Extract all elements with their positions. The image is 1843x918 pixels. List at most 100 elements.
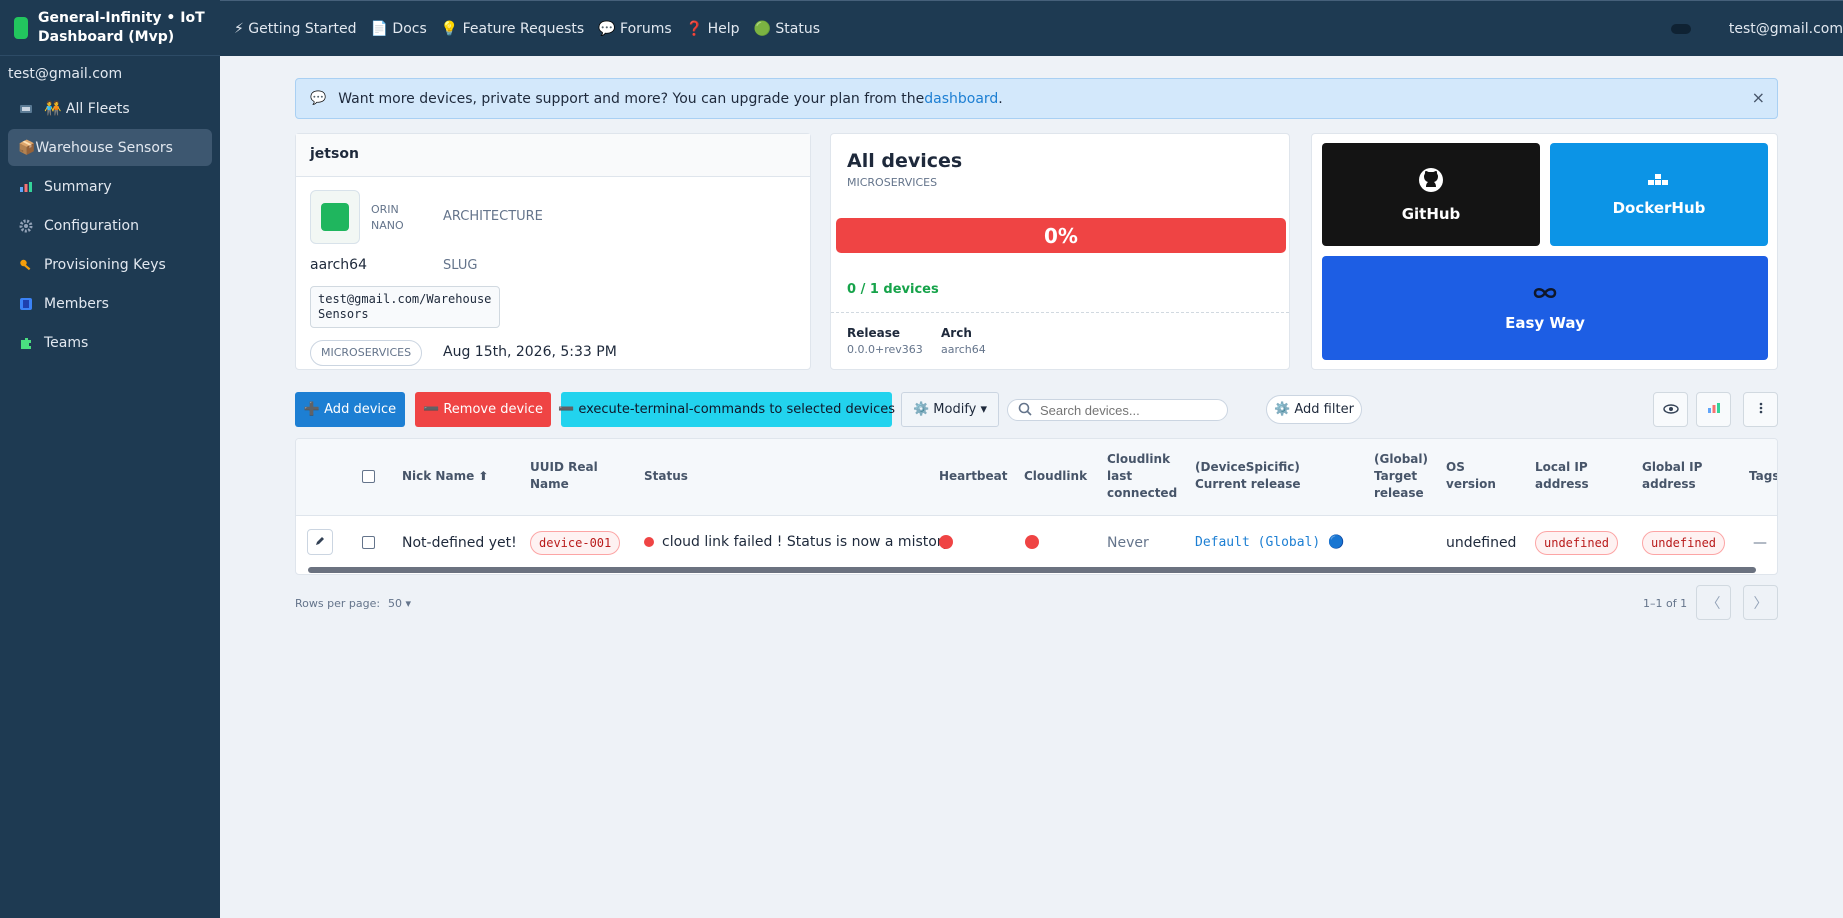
topnav-feature-requests[interactable]: 💡 Feature Requests	[441, 21, 584, 37]
topnav-docs[interactable]: 📄 Docs	[371, 21, 427, 37]
theme-toggle[interactable]	[1670, 23, 1691, 34]
header-cloudlink[interactable]: Cloudlink	[1024, 468, 1087, 485]
header-local-ip[interactable]: Local IP address	[1535, 459, 1605, 493]
header-cloudlink-last[interactable]: Cloudlink last connected	[1107, 451, 1177, 502]
sidebar-item-label: 🧑‍🤝‍🧑 All Fleets	[44, 100, 130, 117]
cell-status: cloud link failed ! Status is now a mist…	[662, 534, 951, 550]
topnav-status[interactable]: 🟢 Status	[754, 21, 821, 37]
sidebar-item-all-fleets[interactable]: 🧑‍🤝‍🧑 All Fleets	[8, 90, 212, 127]
device-type-title: jetson	[296, 134, 810, 177]
dockerhub-label: DockerHub	[1612, 198, 1706, 217]
cell-nick-name: Not-defined yet!	[402, 535, 517, 551]
search-input[interactable]	[1040, 402, 1210, 418]
cell-tags: —	[1753, 535, 1767, 551]
sidebar: General-Infinity • IoT Dashboard (Mvp) t…	[0, 0, 220, 918]
search-icon	[1018, 401, 1032, 420]
main-content: 💬 Want more devices, private support and…	[295, 78, 1778, 623]
topbar: ⚡ Getting Started 📄 Docs 💡 Feature Reque…	[220, 0, 1843, 56]
row-checkbox[interactable]	[362, 536, 375, 549]
rows-per-page-select[interactable]: 50 ▾	[388, 597, 411, 610]
easy-way-tile[interactable]: Easy Way	[1322, 256, 1768, 360]
banner-suffix: .	[998, 90, 1003, 107]
eye-icon	[1662, 403, 1679, 417]
devices-table: Nick Name ⬆ UUID Real Name Status Heartb…	[295, 438, 1778, 575]
github-tile[interactable]: GitHub	[1322, 143, 1540, 246]
header-global-ip[interactable]: Global IP address	[1642, 459, 1712, 493]
arch-value: aarch64	[941, 343, 986, 356]
close-icon[interactable]: ×	[1752, 88, 1765, 107]
members-icon	[18, 297, 34, 311]
header-current-release[interactable]: (DeviceSpicific) Current release	[1195, 459, 1355, 493]
dockerhub-tile[interactable]: DockerHub	[1550, 143, 1768, 246]
pagination: Rows per page: 50 ▾ 1–1 of 1 〈 〉	[295, 583, 1778, 623]
execute-commands-button[interactable]: ➖ execute-terminal-commands to selected …	[558, 392, 895, 427]
teams-icon	[18, 336, 34, 350]
more-vertical-icon	[1759, 402, 1763, 417]
scrollbar-thumb[interactable]	[308, 567, 1756, 573]
sidebar-item-label: Members	[44, 295, 109, 312]
brand[interactable]: General-Infinity • IoT Dashboard (Mvp)	[0, 0, 220, 56]
sidebar-item-configuration[interactable]: Configuration	[8, 207, 212, 244]
header-nick-name[interactable]: Nick Name ⬆	[402, 468, 488, 485]
rows-per-page-label: Rows per page:	[295, 597, 381, 610]
upgrade-banner: 💬 Want more devices, private support and…	[295, 78, 1778, 119]
header-os-version[interactable]: OS version	[1446, 459, 1498, 493]
modify-dropdown[interactable]: ⚙️ Modify ▾	[901, 392, 999, 427]
table-header: Nick Name ⬆ UUID Real Name Status Heartb…	[296, 439, 1777, 516]
docker-icon	[1646, 173, 1672, 191]
user-menu[interactable]: test@gmail.com	[1729, 21, 1843, 37]
slug-label: SLUG	[443, 258, 478, 273]
all-devices-subtitle: MICROSERVICES	[847, 176, 938, 189]
sidebar-item-summary[interactable]: Summary	[8, 168, 212, 205]
topnav-getting-started[interactable]: ⚡ Getting Started	[234, 21, 357, 37]
header-uuid[interactable]: UUID Real Name	[530, 459, 610, 493]
view-button[interactable]	[1653, 392, 1688, 427]
divider	[831, 312, 1289, 313]
device-count: 0 / 1 devices	[847, 282, 939, 297]
pencil-icon	[314, 535, 326, 550]
sidebar-item-members[interactable]: Members	[8, 285, 212, 322]
infinity-icon	[1531, 284, 1559, 306]
gear-icon	[18, 219, 34, 233]
header-target-release[interactable]: (Global) Target release	[1374, 451, 1428, 502]
cell-local-ip: undefined	[1535, 531, 1619, 555]
next-page-button[interactable]: 〉	[1743, 585, 1778, 620]
prev-page-button[interactable]: 〈	[1696, 585, 1731, 620]
links-card: GitHub DockerHub Easy Way	[1311, 133, 1778, 370]
cell-current-release[interactable]: Default (Global) 🔵	[1195, 535, 1344, 550]
chat-icon: 💬	[310, 91, 327, 106]
release-value: 0.0.0+rev363	[847, 343, 923, 356]
status-dot-icon	[644, 537, 654, 547]
topnav-help[interactable]: ❓ Help	[686, 21, 740, 37]
slug-value: test@gmail.com/Warehouse Sensors	[310, 286, 500, 328]
remove-device-button[interactable]: ➖ Remove device	[415, 392, 551, 427]
online-progress-bar: 0%	[836, 218, 1286, 253]
select-all-checkbox[interactable]	[362, 470, 375, 483]
sidebar-item-label: Provisioning Keys	[44, 256, 166, 273]
sidebar-item-warehouse-sensors[interactable]: 📦Warehouse Sensors	[8, 129, 212, 166]
device-model: ORIN NANO	[371, 203, 404, 232]
banner-dashboard-link[interactable]: dashboard	[924, 91, 998, 107]
edit-row-button[interactable]	[307, 529, 333, 555]
header-tags[interactable]: Tags	[1749, 468, 1777, 485]
cell-global-ip: undefined	[1642, 531, 1726, 555]
sidebar-item-provisioning-keys[interactable]: Provisioning Keys	[8, 246, 212, 283]
sidebar-item-teams[interactable]: Teams	[8, 324, 212, 361]
architecture-label: ARCHITECTURE	[443, 209, 543, 224]
chart-button[interactable]	[1696, 392, 1731, 427]
search-box[interactable]	[1007, 399, 1228, 421]
topnav-forums[interactable]: 💬 Forums	[598, 21, 672, 37]
key-icon	[18, 258, 34, 272]
device-toolbar: ➕ Add device ➖ Remove device ➖ execute-t…	[295, 392, 1778, 428]
sidebar-user-email: test@gmail.com	[8, 66, 123, 82]
app-title: General-Infinity • IoT Dashboard (Mvp)	[38, 9, 205, 45]
fleet-icon	[18, 102, 34, 116]
brand-logo-icon	[14, 16, 28, 39]
header-heartbeat[interactable]: Heartbeat	[939, 468, 1008, 485]
add-filter-button[interactable]: ⚙️ Add filter	[1266, 395, 1362, 424]
created-date: Aug 15th, 2026, 5:33 PM	[443, 344, 617, 360]
add-device-button[interactable]: ➕ Add device	[295, 392, 405, 427]
header-status[interactable]: Status	[644, 468, 688, 485]
more-button[interactable]	[1743, 392, 1778, 427]
horizontal-scrollbar[interactable]	[300, 567, 1775, 573]
